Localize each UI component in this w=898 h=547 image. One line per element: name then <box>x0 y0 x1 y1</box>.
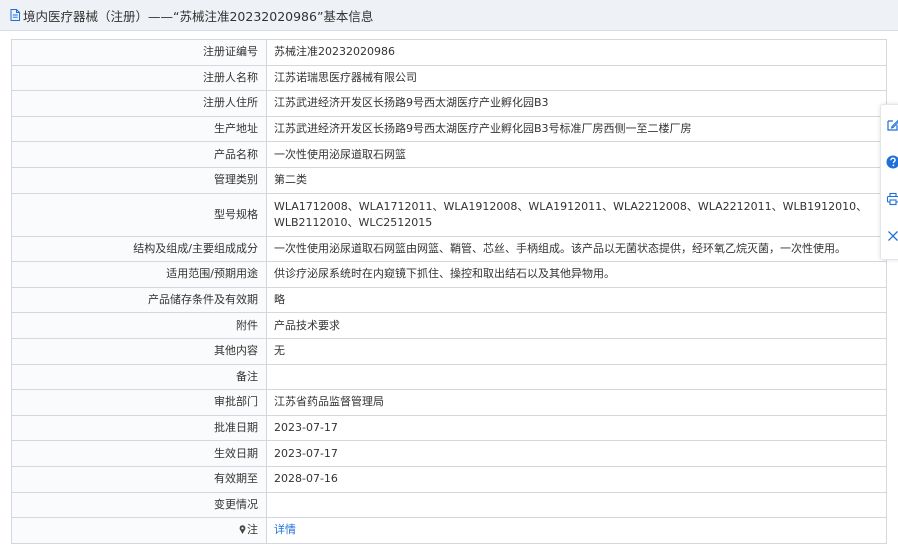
table-row: 适用范围/预期用途 供诊疗泌尿系统时在内窥镜下抓住、操控和取出结石以及其他异物用。 <box>11 261 887 288</box>
row-label: 批准日期 <box>11 414 267 442</box>
row-value: WLA1712008、WLA1712011、WLA1912008、WLA1912… <box>266 192 887 237</box>
row-label: 注册人住所 <box>11 90 267 117</box>
row-value: 第二类 <box>266 166 887 194</box>
table-row: 注册人住所 江苏武进经济开发区长扬路9号西太湖医疗产业孵化园B3 <box>11 90 887 117</box>
row-value: 苏械注准20232020986 <box>266 39 887 66</box>
table-row: 生效日期 2023-07-17 <box>11 440 887 467</box>
row-value: 2023-07-17 <box>266 440 887 467</box>
pin-icon <box>239 525 246 535</box>
row-value: 2028-07-16 <box>266 465 887 493</box>
row-value <box>266 491 887 519</box>
row-value: 一次性使用泌尿道取石网篮由网篮、鞘管、芯丝、手柄组成。该产品以无菌状态提供，经环… <box>266 235 887 263</box>
row-value: 江苏武进经济开发区长扬路9号西太湖医疗产业孵化园B3号标准厂房西侧一至二楼厂房 <box>266 115 887 143</box>
row-label: 附件 <box>11 312 267 339</box>
row-value <box>266 363 887 391</box>
table-row: 备注 <box>11 363 887 391</box>
row-label: 型号规格 <box>11 192 267 237</box>
row-value: 供诊疗泌尿系统时在内窥镜下抓住、操控和取出结石以及其他异物用。 <box>266 261 887 288</box>
row-value-note: 详情 <box>266 517 887 544</box>
row-value: 无 <box>266 337 887 365</box>
row-value: 江苏诺瑞思医疗器械有限公司 <box>266 64 887 92</box>
table-row: 变更情况 <box>11 491 887 519</box>
row-label-note: 注 <box>11 517 267 544</box>
row-value: 江苏省药品监督管理局 <box>266 389 887 416</box>
table-row: 产品名称 一次性使用泌尿道取石网篮 <box>11 141 887 168</box>
detail-table: 注册证编号 苏械注准20232020986 注册人名称 江苏诺瑞思医疗器械有限公司 … <box>11 39 887 544</box>
table-row: 注 详情 <box>11 517 887 544</box>
table-row: 其他内容无 <box>11 337 887 365</box>
row-label: 生产地址 <box>11 115 267 143</box>
close-icon[interactable] <box>886 229 898 243</box>
details-link[interactable]: 详情 <box>274 523 296 536</box>
row-label: 产品名称 <box>11 141 267 168</box>
row-label: 结构及组成/主要组成成分 <box>11 235 267 263</box>
row-label: 注册证编号 <box>11 39 267 66</box>
table-row: 管理类别 第二类 <box>11 166 887 194</box>
row-value: 略 <box>266 286 887 314</box>
row-value: 江苏武进经济开发区长扬路9号西太湖医疗产业孵化园B3 <box>266 90 887 117</box>
row-label: 注册人名称 <box>11 64 267 92</box>
row-label: 审批部门 <box>11 389 267 416</box>
row-label: 管理类别 <box>11 166 267 194</box>
floating-toolbar <box>880 104 898 260</box>
table-row: 有效期至 2028-07-16 <box>11 465 887 493</box>
edit-icon[interactable] <box>886 118 898 132</box>
help-icon[interactable] <box>886 155 898 169</box>
document-icon <box>10 9 20 21</box>
table-row: 注册证编号 苏械注准20232020986 <box>11 39 887 66</box>
row-label: 适用范围/预期用途 <box>11 261 267 288</box>
table-row: 型号规格 WLA1712008、WLA1712011、WLA1912008、WLA… <box>11 192 887 237</box>
row-label: 有效期至 <box>11 465 267 493</box>
detail-panel: 注册证编号 苏械注准20232020986 注册人名称 江苏诺瑞思医疗器械有限公司 … <box>11 39 887 544</box>
page-header: 境内医疗器械（注册）——“苏械注准20232020986”基本信息 <box>0 0 898 31</box>
print-icon[interactable] <box>886 192 898 206</box>
table-row: 批准日期 2023-07-17 <box>11 414 887 442</box>
row-label: 生效日期 <box>11 440 267 467</box>
row-value: 2023-07-17 <box>266 414 887 442</box>
table-row: 生产地址 江苏武进经济开发区长扬路9号西太湖医疗产业孵化园B3号标准厂房西侧一至二… <box>11 115 887 143</box>
note-label: 注 <box>247 523 258 537</box>
row-label: 变更情况 <box>11 491 267 519</box>
row-label: 备注 <box>11 363 267 391</box>
table-row: 结构及组成/主要组成成分 一次性使用泌尿道取石网篮由网篮、鞘管、芯丝、手柄组成。该… <box>11 235 887 263</box>
table-row: 产品储存条件及有效期略 <box>11 286 887 314</box>
page-title: 境内医疗器械（注册）——“苏械注准20232020986”基本信息 <box>23 8 374 24</box>
table-row: 审批部门 江苏省药品监督管理局 <box>11 389 887 416</box>
row-label: 其他内容 <box>11 337 267 365</box>
table-row: 附件 产品技术要求 <box>11 312 887 339</box>
row-label: 产品储存条件及有效期 <box>11 286 267 314</box>
row-value: 一次性使用泌尿道取石网篮 <box>266 141 887 168</box>
table-row: 注册人名称 江苏诺瑞思医疗器械有限公司 <box>11 64 887 92</box>
row-value: 产品技术要求 <box>266 312 887 339</box>
